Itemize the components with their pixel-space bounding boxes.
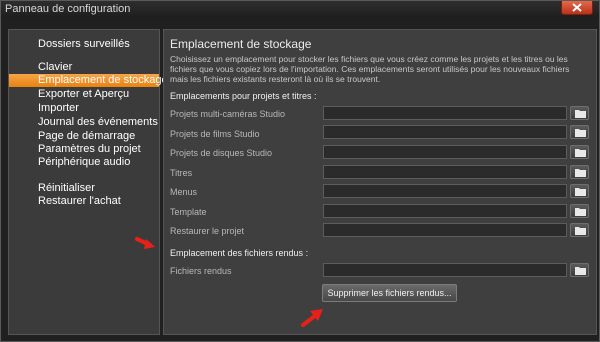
folder-icon [575, 169, 586, 177]
folder-icon [575, 110, 586, 118]
title-bar: Panneau de configuration [1, 1, 599, 18]
row-label-titles: Titres [170, 168, 193, 178]
rendered-files-path-field[interactable] [323, 263, 567, 277]
sidebar-item-project-settings[interactable]: Paramètres du projet [9, 143, 159, 156]
browse-disc-projects-button[interactable] [570, 145, 589, 159]
sidebar-item-reset[interactable]: Réinitialiser [9, 182, 159, 195]
browse-restore-project-button[interactable] [570, 223, 589, 237]
row-label-disc-projects: Projets de disques Studio [170, 148, 273, 158]
restore-project-path-field[interactable] [323, 223, 567, 237]
row-label-template: Template [170, 207, 207, 217]
window-title: Panneau de configuration [5, 3, 131, 15]
menus-path-field[interactable] [323, 184, 567, 198]
sidebar-item-restore-purchase[interactable]: Restaurer l'achat [9, 195, 159, 208]
movie-projects-path-field[interactable] [323, 125, 567, 139]
control-panel-dialog: Panneau de configuration Dossiers survei… [0, 0, 600, 342]
folder-icon [575, 267, 586, 275]
projects-section-heading: Emplacements pour projets et titres : [170, 91, 317, 101]
rendered-files-section-heading: Emplacement des fichiers rendus : [170, 248, 309, 258]
browse-menus-button[interactable] [570, 184, 589, 198]
row-label-menus: Menus [170, 187, 198, 197]
close-button[interactable] [561, 1, 593, 15]
close-icon [572, 3, 582, 12]
row-label-movie-projects: Projets de films Studio [170, 129, 260, 139]
browse-multicam-projects-button[interactable] [570, 106, 589, 120]
multicam-projects-path-field[interactable] [323, 106, 567, 120]
red-arrow-icon [301, 309, 323, 327]
sidebar-item-storage-location[interactable]: Emplacement de stockage [9, 74, 168, 87]
page-title: Emplacement de stockage [170, 37, 312, 51]
folder-icon [575, 129, 586, 137]
sidebar-item-import[interactable]: Importer [9, 102, 159, 115]
sidebar-item-keyboard[interactable]: Clavier [9, 61, 159, 74]
browse-rendered-files-button[interactable] [570, 263, 589, 277]
sidebar-item-watched-folders[interactable]: Dossiers surveillés [9, 38, 159, 51]
row-label-restore-project: Restaurer le projet [170, 226, 245, 236]
red-arrow-icon [135, 237, 155, 249]
sidebar-item-export-preview[interactable]: Exporter et Aperçu [9, 88, 159, 101]
folder-icon [575, 188, 586, 196]
storage-location-panel: Emplacement de stockage Choisissez un em… [163, 29, 597, 335]
page-description: Choisissez un emplacement pour stocker l… [170, 54, 570, 84]
template-path-field[interactable] [323, 204, 567, 218]
titles-path-field[interactable] [323, 165, 567, 179]
folder-icon [575, 208, 586, 216]
delete-rendered-files-button[interactable]: Supprimer les fichiers rendus... [322, 284, 457, 302]
sidebar-item-event-log[interactable]: Journal des événements [9, 116, 159, 129]
browse-titles-button[interactable] [570, 165, 589, 179]
sidebar-item-audio-device[interactable]: Périphérique audio [9, 156, 159, 169]
disc-projects-path-field[interactable] [323, 145, 567, 159]
settings-sidebar: Dossiers surveillés Clavier Emplacement … [8, 29, 168, 335]
browse-template-button[interactable] [570, 204, 589, 218]
row-label-rendered-files: Fichiers rendus [170, 266, 232, 276]
sidebar-item-start-page[interactable]: Page de démarrage [9, 130, 159, 143]
browse-movie-projects-button[interactable] [570, 125, 589, 139]
folder-icon [575, 227, 586, 235]
folder-icon [575, 149, 586, 157]
row-label-multicam-projects: Projets multi-caméras Studio [170, 109, 286, 119]
